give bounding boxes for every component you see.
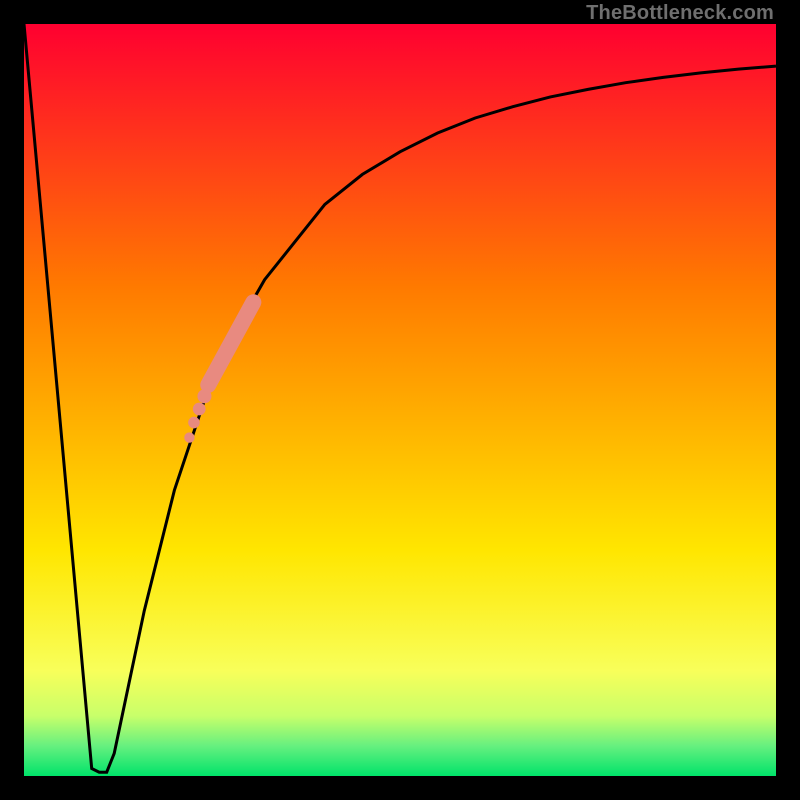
marker-bead	[184, 432, 194, 442]
marker-bead	[188, 417, 200, 429]
watermark-text: TheBottleneck.com	[586, 2, 774, 25]
chart-frame	[24, 24, 776, 776]
bottleneck-chart	[24, 24, 776, 776]
marker-bead	[193, 403, 206, 416]
gradient-background	[24, 24, 776, 776]
marker-bead	[197, 389, 211, 403]
